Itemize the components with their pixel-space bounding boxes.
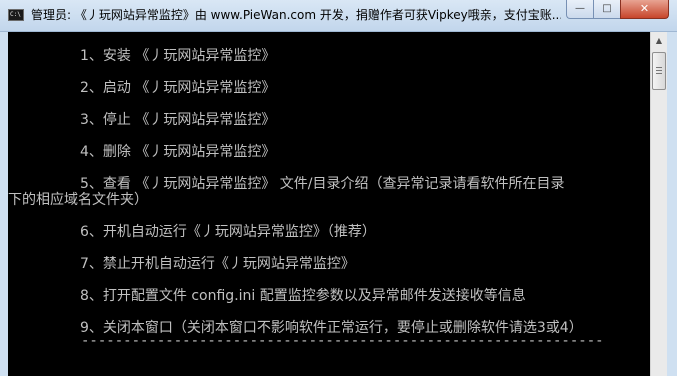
maximize-icon: □ (602, 3, 612, 14)
menu-option-autostart-enable: 6、开机自动运行《丿玩网站异常监控》（推荐） (80, 224, 376, 240)
close-button[interactable]: ✕ (620, 0, 669, 19)
vertical-scrollbar[interactable]: ▲ (650, 32, 667, 376)
menu-option-stop: 3、停止 《丿玩网站异常监控》 (80, 112, 276, 128)
minimize-button[interactable]: — (566, 0, 593, 19)
cmd-console-icon[interactable]: C:\ (8, 9, 24, 21)
menu-option-delete: 4、删除 《丿玩网站异常监控》 (80, 144, 276, 160)
scroll-up-button[interactable]: ▲ (651, 32, 667, 49)
title-bar[interactable]: C:\ 管理员: 《丿玩网站异常监控》由 www.PieWan.com 开发，捐… (0, 0, 677, 32)
grip-line (656, 67, 662, 68)
close-icon: ✕ (639, 2, 650, 15)
menu-option-start: 2、启动 《丿玩网站异常监控》 (80, 80, 276, 96)
maximize-button[interactable]: □ (593, 0, 620, 19)
menu-option-open-config: 8、打开配置文件 config.ini 配置监控参数以及异常邮件发送接收等信息 (80, 288, 526, 304)
menu-option-autostart-disable: 7、禁止开机自动运行《丿玩网站异常监控》 (80, 256, 355, 272)
console-output[interactable]: 1、安装 《丿玩网站异常监控》 2、启动 《丿玩网站异常监控》 3、停止 《丿玩… (8, 32, 650, 376)
menu-option-view-files-wrap: 下的相应域名文件夹） (8, 192, 148, 208)
separator-line: ----------------------------------------… (81, 333, 604, 349)
window-controls: — □ ✕ (566, 0, 669, 20)
window-title: 管理员: 《丿玩网站异常监控》由 www.PieWan.com 开发，捐赠作者可… (31, 8, 561, 22)
minimize-icon: — (575, 3, 585, 14)
scroll-thumb[interactable] (652, 52, 666, 90)
grip-line (656, 70, 662, 71)
grip-line (656, 73, 662, 74)
menu-option-install: 1、安装 《丿玩网站异常监控》 (80, 48, 276, 64)
arrow-up-icon: ▲ (655, 36, 663, 45)
console-window: C:\ 管理员: 《丿玩网站异常监控》由 www.PieWan.com 开发，捐… (0, 0, 677, 376)
